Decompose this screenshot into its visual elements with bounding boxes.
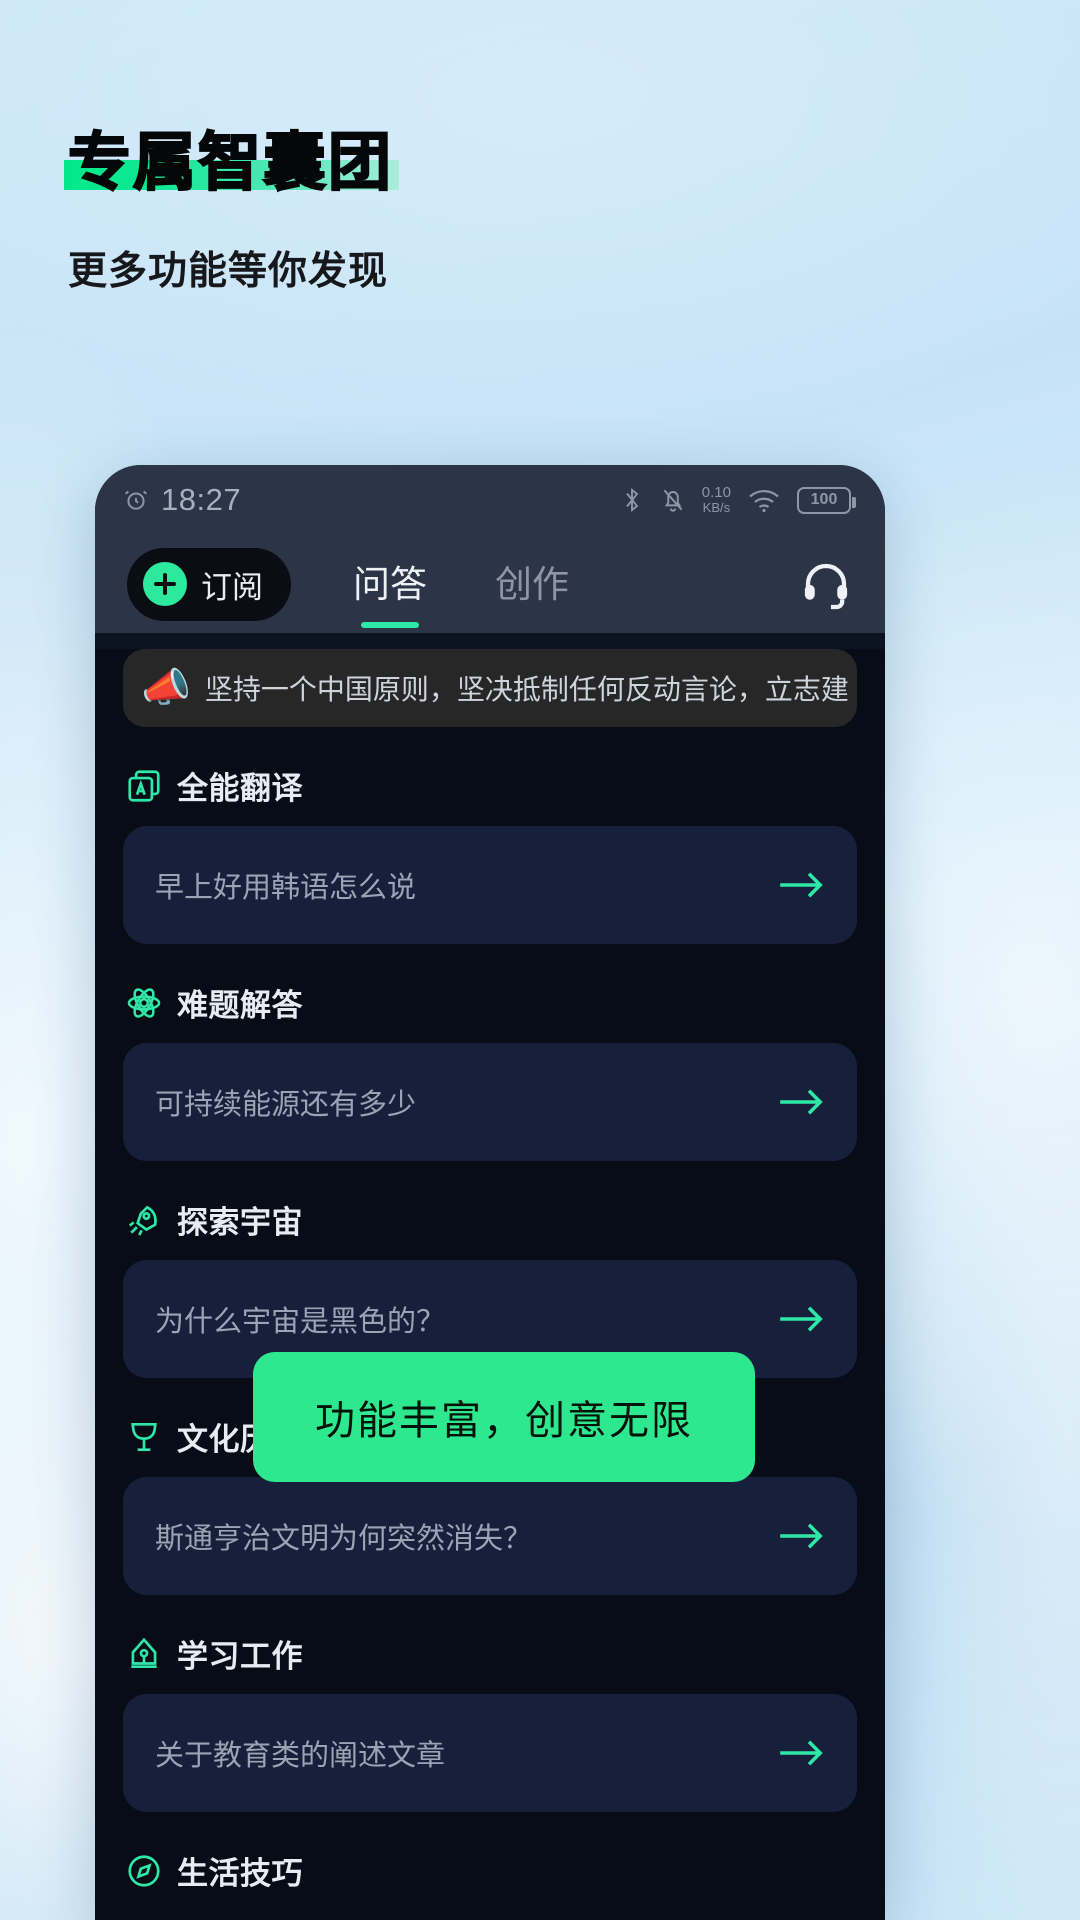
section-title: 学习工作 [177, 1639, 303, 1674]
network-speed: 0.10 KB/s [702, 485, 731, 515]
status-bar-left: 18:27 [123, 482, 241, 518]
app-top-bar: 订阅 问答 创作 [95, 535, 885, 633]
tab-create[interactable]: 创作 [495, 554, 569, 614]
arrow-right-icon[interactable] [777, 1085, 825, 1119]
translate-icon [128, 769, 160, 802]
headset-icon[interactable] [799, 557, 853, 611]
section-translate: 全能翻译 早上好用韩语怎么说 [123, 763, 857, 944]
question-text: 可持续能源还有多少 [155, 1089, 417, 1121]
alarm-icon [125, 490, 147, 510]
compass-icon [128, 1854, 160, 1887]
section-life-tips: 生活技巧 [123, 1848, 857, 1893]
section-header: 生活技巧 [125, 1848, 857, 1893]
promo-text-block: 专属智囊团 更多功能等你发现 [64, 128, 399, 296]
network-speed-value: 0.10 [701, 484, 731, 501]
arrow-right-icon[interactable] [777, 1736, 825, 1770]
wifi-icon [749, 490, 779, 513]
question-card[interactable]: 可持续能源还有多少 [123, 1043, 857, 1161]
section-header: 学习工作 [125, 1631, 857, 1676]
section-list: 全能翻译 早上好用韩语怎么说 难题解答 可持续能源还有多少 探索宇宙 为什么宇宙… [95, 763, 885, 1893]
announcement-banner[interactable]: 📣 坚持一个中国原则，坚决抵制任何反动言论，立志建 [123, 649, 857, 727]
question-text: 早上好用韩语怎么说 [155, 872, 417, 904]
subscribe-label: 订阅 [201, 569, 263, 605]
arrow-right-icon[interactable] [777, 868, 825, 902]
section-title: 难题解答 [177, 988, 303, 1023]
question-text: 为什么宇宙是黑色的？ [155, 1306, 446, 1338]
bluetooth-icon [626, 488, 639, 512]
section-header: 全能翻译 [125, 763, 857, 808]
pen-nib-icon [131, 1637, 157, 1668]
bell-muted-icon [663, 489, 683, 512]
arrow-right-icon[interactable] [777, 1519, 825, 1553]
section-header: 难题解答 [125, 980, 857, 1025]
megaphone-icon: 📣 [141, 666, 191, 710]
section-title: 生活技巧 [177, 1856, 303, 1891]
rocket-icon [128, 1205, 157, 1236]
temple-icon [131, 1422, 157, 1451]
tab-qa[interactable]: 问答 [353, 554, 427, 628]
tab-list: 问答 创作 [353, 554, 569, 628]
arrow-right-icon[interactable] [777, 1302, 825, 1336]
question-card[interactable]: 关于教育类的阐述文章 [123, 1694, 857, 1812]
status-bar: 18:27 0.10 KB/s 100 [95, 465, 885, 535]
section-header: 探索宇宙 [125, 1197, 857, 1242]
network-speed-unit: KB/s [702, 500, 731, 515]
section-study-work: 学习工作 关于教育类的阐述文章 [123, 1631, 857, 1812]
section-title: 全能翻译 [177, 771, 303, 806]
status-bar-right: 0.10 KB/s 100 [620, 485, 856, 515]
question-card[interactable]: 斯通亨治文明为何突然消失？ [123, 1477, 857, 1595]
page-title: 专属智囊团 [67, 128, 393, 198]
section-hard-questions: 难题解答 可持续能源还有多少 [123, 980, 857, 1161]
phone-mockup: 18:27 0.10 KB/s 100 订阅 问答 创作 📣 坚持一个中国原则，… [95, 465, 885, 1920]
headline-wrap: 专属智囊团 [64, 128, 399, 198]
page-subtitle: 更多功能等你发现 [68, 250, 389, 294]
question-card[interactable]: 早上好用韩语怎么说 [123, 826, 857, 944]
question-text: 斯通亨治文明为何突然消失？ [155, 1523, 533, 1555]
app-content: 📣 坚持一个中国原则，坚决抵制任何反动言论，立志建 全能翻译 早上好用韩语怎么说 [95, 649, 885, 1920]
announcement-text: 坚持一个中国原则，坚决抵制任何反动言论，立志建 [204, 674, 849, 705]
subscribe-button[interactable]: 订阅 [127, 547, 291, 621]
plus-circle-icon [143, 562, 187, 606]
battery-indicator: 100 [797, 486, 856, 514]
atom-icon [127, 987, 161, 1018]
question-text: 关于教育类的阐述文章 [155, 1740, 446, 1772]
status-bar-clock: 18:27 [161, 482, 242, 517]
section-universe: 探索宇宙 为什么宇宙是黑色的？ [123, 1197, 857, 1378]
section-title: 探索宇宙 [177, 1205, 303, 1240]
battery-level: 100 [810, 491, 838, 508]
feature-callout-text: 功能丰富，创意无限 [315, 1399, 693, 1443]
feature-callout: 功能丰富，创意无限 [253, 1352, 755, 1482]
